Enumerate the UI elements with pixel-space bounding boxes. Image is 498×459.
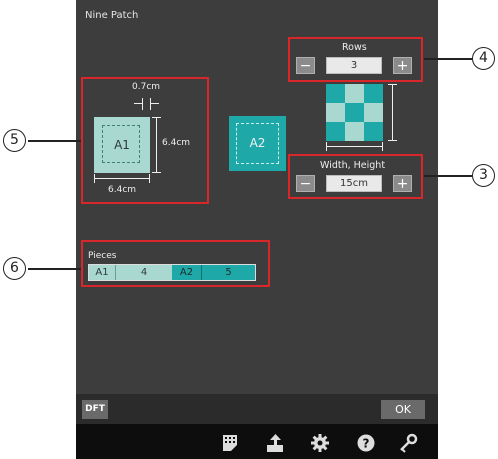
pieces-a2-count: 5 xyxy=(202,265,255,280)
pieces-a1-count: 4 xyxy=(116,265,172,280)
seam-mark-right xyxy=(150,98,151,110)
piece-a1-width-line xyxy=(94,178,150,179)
callout-5-leader xyxy=(28,140,81,142)
callout-3-marker: 3 xyxy=(472,164,495,187)
callout-3-leader xyxy=(424,175,472,177)
seam-mark-left xyxy=(142,98,143,110)
size-decrease-button[interactable]: − xyxy=(296,175,315,192)
grid-cell-a2 xyxy=(345,103,364,122)
piece-a1-width-tick-left xyxy=(94,174,95,183)
export-icon[interactable] xyxy=(264,432,286,454)
grid-cell-a2 xyxy=(326,84,345,103)
piece-a2-label: A2 xyxy=(249,136,266,150)
grid-cell-a1 xyxy=(364,103,383,122)
grid-cell-a1 xyxy=(345,122,364,141)
seam-allowance-label: 0.7cm xyxy=(132,82,161,92)
callout-5-marker: 5 xyxy=(3,129,26,152)
width-dimension-line xyxy=(326,146,383,147)
piece-a1-height-line xyxy=(156,117,157,173)
help-icon[interactable]: ? xyxy=(355,432,377,454)
piece-a1-swatch[interactable]: A1 xyxy=(94,117,150,173)
grid-cell-a1 xyxy=(345,84,364,103)
bottom-action-bar: DFT OK xyxy=(76,394,438,424)
width-dimension-tick-left xyxy=(326,142,327,151)
stitch-pattern-icon[interactable] xyxy=(219,432,241,454)
nine-patch-preview-grid xyxy=(326,84,383,141)
svg-text:?: ? xyxy=(363,437,370,451)
grid-cell-a2 xyxy=(326,122,345,141)
height-dimension-tick-top xyxy=(388,84,397,85)
seam-arrow-right xyxy=(151,103,159,104)
bottom-toolbar: ? xyxy=(76,424,438,459)
ok-button[interactable]: OK xyxy=(381,400,425,419)
rows-decrease-button[interactable]: − xyxy=(296,57,315,74)
callout-4-leader xyxy=(424,58,472,60)
height-dimension-tick-bottom xyxy=(388,140,397,141)
grid-cell-a1 xyxy=(326,103,345,122)
callout-6-marker: 6 xyxy=(3,257,26,280)
piece-a1-height-tick-top xyxy=(152,117,161,118)
nine-patch-screen: Nine Patch Rows − 3 + Width, Height − 15… xyxy=(76,0,438,459)
size-increase-button[interactable]: + xyxy=(393,175,412,192)
settings-gear-icon[interactable] xyxy=(309,432,331,454)
callout-6-leader xyxy=(28,268,81,270)
piece-a1-height-tick-bottom xyxy=(152,172,161,173)
piece-a1-label: A1 xyxy=(114,138,130,152)
default-button[interactable]: DFT xyxy=(82,400,108,419)
key-icon[interactable] xyxy=(397,432,419,454)
piece-a1-height-label: 6.4cm xyxy=(162,138,191,148)
height-dimension-line xyxy=(392,84,393,141)
size-stepper: − 15cm + xyxy=(296,175,412,192)
window-title: Nine Patch xyxy=(85,10,139,21)
pieces-a2-name: A2 xyxy=(172,265,202,280)
seam-arrow-left xyxy=(134,103,142,104)
piece-a1-width-tick-right xyxy=(149,174,150,183)
grid-cell-a2 xyxy=(364,84,383,103)
callout-4-marker: 4 xyxy=(472,47,495,70)
pieces-a1-name: A1 xyxy=(89,265,116,280)
width-dimension-tick-right xyxy=(382,142,383,151)
rows-label: Rows xyxy=(342,42,367,53)
rows-increase-button[interactable]: + xyxy=(393,57,412,74)
rows-stepper: − 3 + xyxy=(296,57,412,74)
piece-a2-swatch[interactable]: A2 xyxy=(229,116,286,171)
grid-cell-a2 xyxy=(364,122,383,141)
rows-value[interactable]: 3 xyxy=(326,57,382,74)
size-value[interactable]: 15cm xyxy=(326,175,382,192)
piece-a1-width-label: 6.4cm xyxy=(108,185,137,195)
size-label: Width, Height xyxy=(320,160,386,171)
pieces-label: Pieces xyxy=(88,251,117,261)
pieces-count-table: A1 4 A2 5 xyxy=(88,264,256,281)
